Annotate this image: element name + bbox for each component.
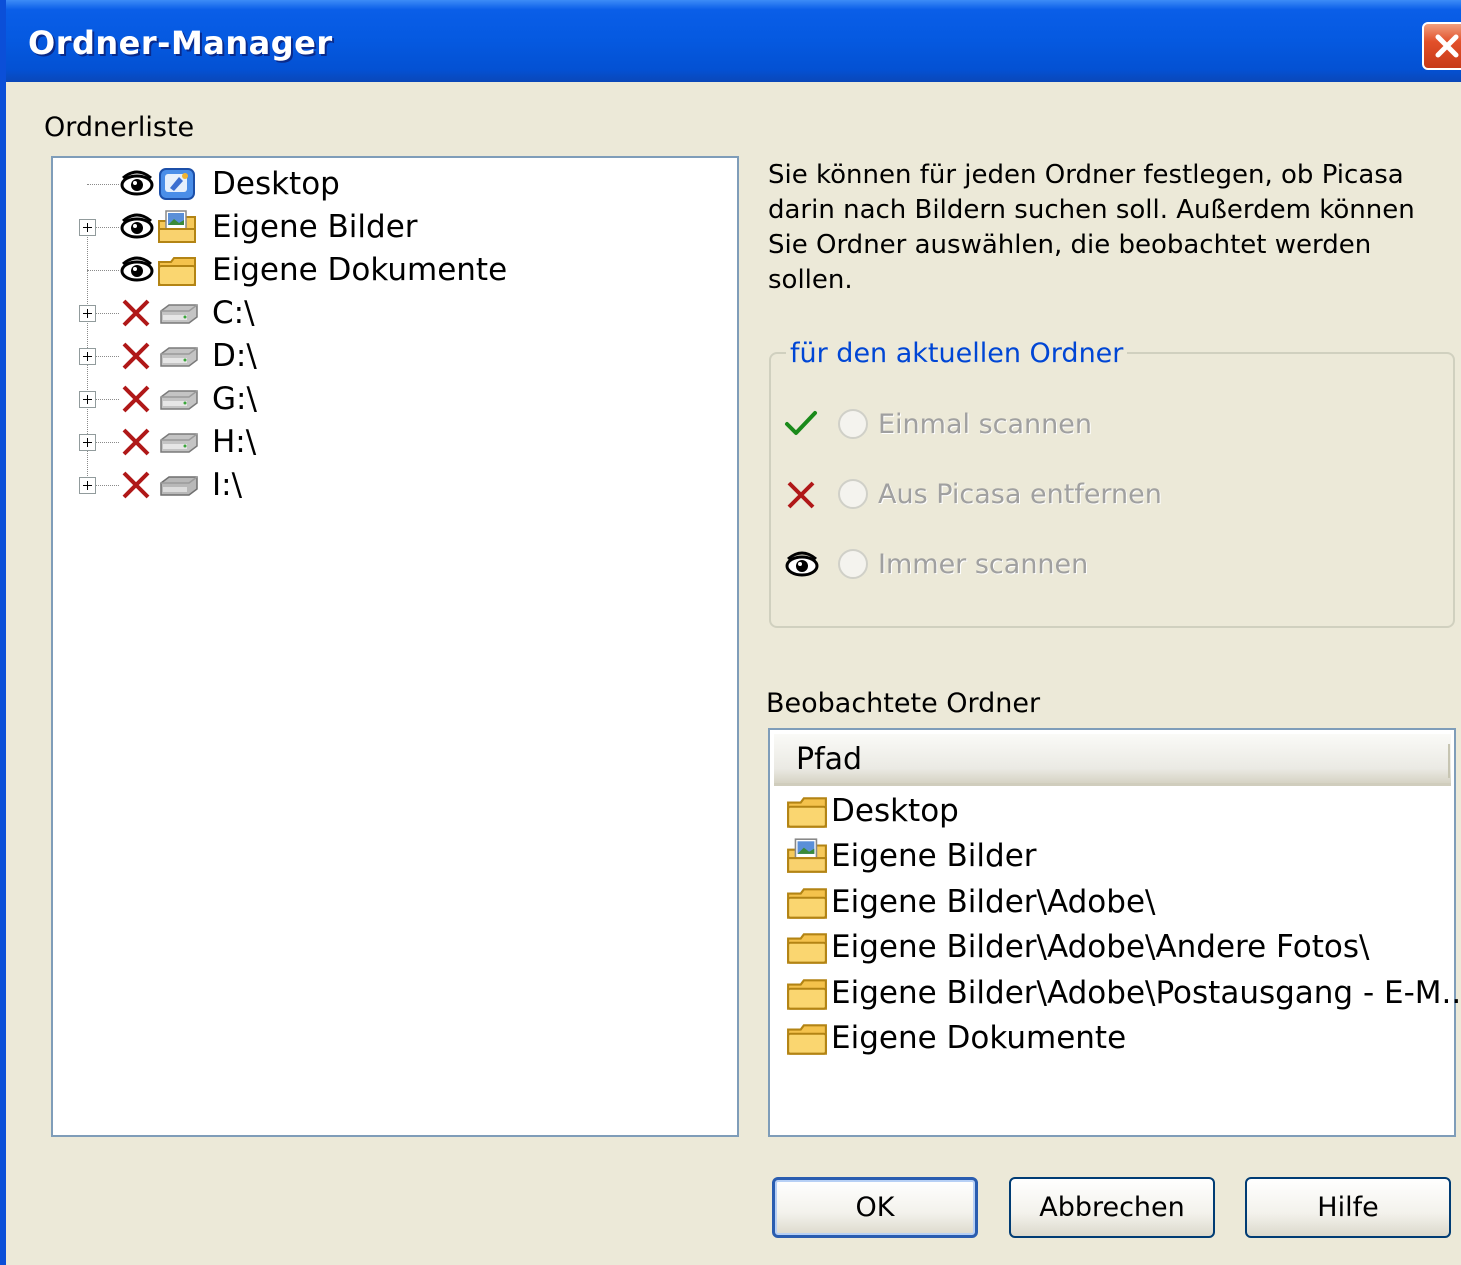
list-item[interactable]: Eigene Bilder\Adobe\ <box>786 880 1450 924</box>
column-resize-handle[interactable] <box>1448 744 1450 778</box>
tree-item-label: Desktop <box>212 166 340 202</box>
close-icon <box>1435 34 1459 58</box>
folder-icon <box>787 979 827 1010</box>
window-title: Ordner-Manager <box>28 24 333 62</box>
tree-line <box>96 442 119 443</box>
option-einmal-scannen[interactable]: Einmal scannen <box>784 405 1184 445</box>
tree-item-drive-h[interactable]: H:\ <box>53 422 737 462</box>
watched-folders-label: Beobachtete Ordner <box>766 688 1041 719</box>
x-icon <box>122 428 150 456</box>
expand-icon[interactable] <box>79 391 96 408</box>
folder-icon <box>787 1024 827 1055</box>
expand-icon[interactable] <box>79 219 96 236</box>
tree-item-desktop[interactable]: Desktop <box>53 164 737 204</box>
ok-button[interactable]: OK <box>772 1177 978 1238</box>
eye-icon <box>120 256 154 282</box>
x-icon <box>122 299 150 327</box>
drive-icon <box>160 390 198 410</box>
tree-line <box>96 356 119 357</box>
drive-icon <box>160 347 198 367</box>
tree-item-eigene-bilder[interactable]: Eigene Bilder <box>53 207 737 247</box>
tree-item-label: G:\ <box>212 381 257 417</box>
tree-line <box>96 399 119 400</box>
list-item-path: Desktop <box>831 793 959 829</box>
tree-item-drive-i[interactable]: I:\ <box>53 465 737 505</box>
radio-aus-picasa-entfernen[interactable] <box>838 479 868 509</box>
cancel-button[interactable]: Abbrechen <box>1009 1177 1215 1238</box>
folder-icon <box>787 888 827 919</box>
close-button[interactable] <box>1422 22 1461 70</box>
help-button[interactable]: Hilfe <box>1245 1177 1451 1238</box>
desktop-icon <box>159 168 195 200</box>
list-item[interactable]: Eigene Bilder\Adobe\Andere Fotos\ <box>786 925 1450 969</box>
option-aus-picasa-entfernen[interactable]: Aus Picasa entfernen <box>784 475 1184 515</box>
x-icon <box>787 481 815 509</box>
list-item-path: Eigene Bilder\Adobe\Andere Fotos\ <box>831 929 1370 965</box>
x-icon <box>122 342 150 370</box>
checkmark-icon <box>785 411 817 435</box>
tree-item-label: Eigene Bilder <box>212 209 418 245</box>
list-item[interactable]: Eigene Bilder <box>786 834 1450 878</box>
drive-icon <box>160 304 198 324</box>
radio-immer-scannen[interactable] <box>838 549 868 579</box>
eye-icon <box>120 170 154 196</box>
list-item-path: Eigene Bilder\Adobe\Postausgang - E-M... <box>831 975 1461 1011</box>
list-item-path: Eigene Bilder\Adobe\ <box>831 884 1156 920</box>
tree-item-label: Eigene Dokumente <box>212 252 508 288</box>
expand-icon[interactable] <box>79 348 96 365</box>
current-folder-legend: für den aktuellen Ordner <box>786 338 1128 369</box>
tree-item-label: I:\ <box>212 467 243 503</box>
eye-icon <box>785 551 819 577</box>
tree-item-eigene-dokumente[interactable]: Eigene Dokumente <box>53 250 737 290</box>
tree-item-drive-g[interactable]: G:\ <box>53 379 737 419</box>
watched-folders-list[interactable]: Pfad Desktop Eigene Bilder Eigene Bilder… <box>768 728 1461 1137</box>
pictures-folder-icon <box>787 838 827 873</box>
tree-item-drive-d[interactable]: D:\ <box>53 336 737 376</box>
title-bar[interactable]: Ordner-Manager <box>6 0 1461 82</box>
tree-line <box>96 485 119 486</box>
tree-item-label: C:\ <box>212 295 255 331</box>
folder-tree[interactable]: Desktop Eigene Bilder Eigene Dokumente C… <box>51 156 739 1137</box>
tree-line <box>87 184 119 185</box>
list-item[interactable]: Desktop <box>786 789 1450 833</box>
tree-line <box>96 227 119 228</box>
column-header-pfad[interactable]: Pfad <box>774 734 1451 786</box>
expand-icon[interactable] <box>79 434 96 451</box>
description-text: Sie können für jeden Ordner festlegen, o… <box>768 160 1415 295</box>
list-item-path: Eigene Bilder <box>831 838 1037 874</box>
radio-einmal-scannen[interactable] <box>838 409 868 439</box>
radio-label: Immer scannen <box>878 549 1089 580</box>
tree-item-drive-c[interactable]: C:\ <box>53 293 737 333</box>
pictures-folder-icon <box>158 210 196 243</box>
folder-list-label: Ordnerliste <box>44 112 195 143</box>
list-item[interactable]: Eigene Dokumente <box>786 1016 1450 1060</box>
x-icon <box>122 385 150 413</box>
option-immer-scannen[interactable]: Immer scannen <box>784 545 1184 585</box>
column-header-label: Pfad <box>796 742 863 777</box>
drive-icon <box>160 476 198 496</box>
drive-icon <box>160 433 198 453</box>
folder-icon <box>787 933 827 964</box>
folder-icon <box>158 257 196 286</box>
expand-icon[interactable] <box>79 477 96 494</box>
tree-item-label: D:\ <box>212 338 257 374</box>
folder-icon <box>787 797 827 828</box>
radio-label: Einmal scannen <box>878 409 1093 440</box>
radio-label: Aus Picasa entfernen <box>878 479 1162 510</box>
x-icon <box>122 471 150 499</box>
dialog-window: Ordner-Manager Ordnerliste Desktop Eigen… <box>0 0 1461 1265</box>
tree-item-label: H:\ <box>212 424 257 460</box>
list-item-path: Eigene Dokumente <box>831 1020 1127 1056</box>
expand-icon[interactable] <box>79 305 96 322</box>
list-item[interactable]: Eigene Bilder\Adobe\Postausgang - E-M... <box>786 971 1461 1015</box>
tree-line <box>96 313 119 314</box>
tree-line <box>87 270 119 271</box>
eye-icon <box>120 213 154 239</box>
